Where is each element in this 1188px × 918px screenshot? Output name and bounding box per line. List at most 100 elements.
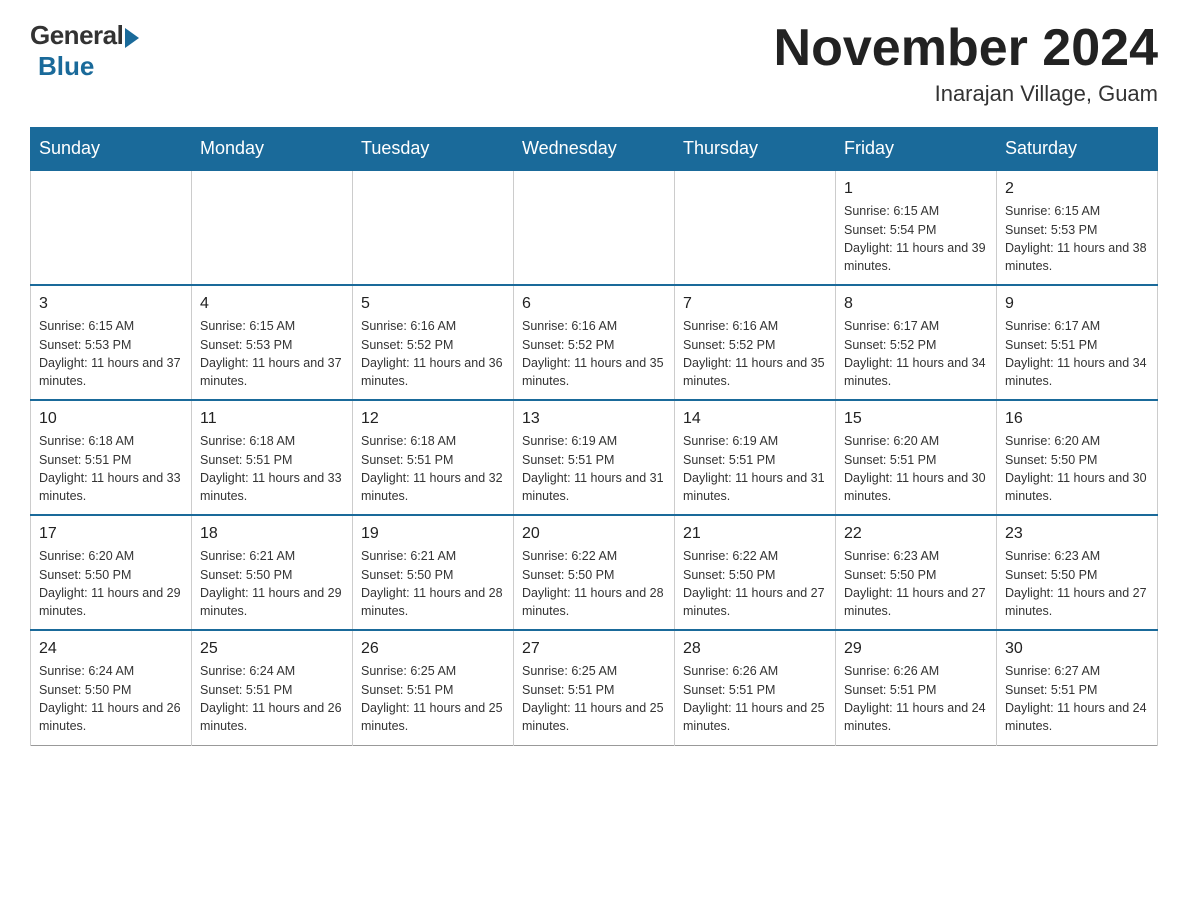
- day-number: 9: [1005, 292, 1149, 315]
- day-info: Sunrise: 6:21 AMSunset: 5:50 PMDaylight:…: [361, 547, 505, 620]
- day-number: 24: [39, 637, 183, 660]
- day-cell-2-2: 12Sunrise: 6:18 AMSunset: 5:51 PMDayligh…: [353, 400, 514, 515]
- day-cell-4-4: 28Sunrise: 6:26 AMSunset: 5:51 PMDayligh…: [675, 630, 836, 745]
- weekday-header-row: Sunday Monday Tuesday Wednesday Thursday…: [31, 128, 1158, 171]
- day-info: Sunrise: 6:25 AMSunset: 5:51 PMDaylight:…: [522, 662, 666, 735]
- day-info: Sunrise: 6:23 AMSunset: 5:50 PMDaylight:…: [1005, 547, 1149, 620]
- title-area: November 2024 Inarajan Village, Guam: [774, 20, 1158, 107]
- day-cell-4-6: 30Sunrise: 6:27 AMSunset: 5:51 PMDayligh…: [997, 630, 1158, 745]
- day-cell-0-3: [514, 170, 675, 285]
- header-monday: Monday: [192, 128, 353, 171]
- day-cell-2-5: 15Sunrise: 6:20 AMSunset: 5:51 PMDayligh…: [836, 400, 997, 515]
- day-number: 15: [844, 407, 988, 430]
- day-info: Sunrise: 6:17 AMSunset: 5:52 PMDaylight:…: [844, 317, 988, 390]
- day-number: 26: [361, 637, 505, 660]
- day-info: Sunrise: 6:18 AMSunset: 5:51 PMDaylight:…: [200, 432, 344, 505]
- day-number: 5: [361, 292, 505, 315]
- day-number: 29: [844, 637, 988, 660]
- day-info: Sunrise: 6:27 AMSunset: 5:51 PMDaylight:…: [1005, 662, 1149, 735]
- day-info: Sunrise: 6:18 AMSunset: 5:51 PMDaylight:…: [39, 432, 183, 505]
- day-info: Sunrise: 6:16 AMSunset: 5:52 PMDaylight:…: [361, 317, 505, 390]
- day-number: 3: [39, 292, 183, 315]
- day-info: Sunrise: 6:20 AMSunset: 5:50 PMDaylight:…: [39, 547, 183, 620]
- logo-arrow-icon: [125, 28, 139, 48]
- day-cell-1-1: 4Sunrise: 6:15 AMSunset: 5:53 PMDaylight…: [192, 285, 353, 400]
- day-cell-3-3: 20Sunrise: 6:22 AMSunset: 5:50 PMDayligh…: [514, 515, 675, 630]
- header-tuesday: Tuesday: [353, 128, 514, 171]
- header-wednesday: Wednesday: [514, 128, 675, 171]
- header-friday: Friday: [836, 128, 997, 171]
- day-info: Sunrise: 6:16 AMSunset: 5:52 PMDaylight:…: [683, 317, 827, 390]
- day-info: Sunrise: 6:24 AMSunset: 5:51 PMDaylight:…: [200, 662, 344, 735]
- day-cell-1-6: 9Sunrise: 6:17 AMSunset: 5:51 PMDaylight…: [997, 285, 1158, 400]
- day-number: 13: [522, 407, 666, 430]
- day-cell-0-5: 1Sunrise: 6:15 AMSunset: 5:54 PMDaylight…: [836, 170, 997, 285]
- day-cell-1-3: 6Sunrise: 6:16 AMSunset: 5:52 PMDaylight…: [514, 285, 675, 400]
- day-cell-4-3: 27Sunrise: 6:25 AMSunset: 5:51 PMDayligh…: [514, 630, 675, 745]
- day-info: Sunrise: 6:15 AMSunset: 5:53 PMDaylight:…: [1005, 202, 1149, 275]
- day-info: Sunrise: 6:18 AMSunset: 5:51 PMDaylight:…: [361, 432, 505, 505]
- calendar-table: Sunday Monday Tuesday Wednesday Thursday…: [30, 127, 1158, 746]
- day-info: Sunrise: 6:20 AMSunset: 5:50 PMDaylight:…: [1005, 432, 1149, 505]
- day-number: 10: [39, 407, 183, 430]
- logo: General Blue: [30, 20, 139, 82]
- day-info: Sunrise: 6:16 AMSunset: 5:52 PMDaylight:…: [522, 317, 666, 390]
- day-cell-4-5: 29Sunrise: 6:26 AMSunset: 5:51 PMDayligh…: [836, 630, 997, 745]
- week-row-5: 24Sunrise: 6:24 AMSunset: 5:50 PMDayligh…: [31, 630, 1158, 745]
- day-cell-0-6: 2Sunrise: 6:15 AMSunset: 5:53 PMDaylight…: [997, 170, 1158, 285]
- day-info: Sunrise: 6:15 AMSunset: 5:54 PMDaylight:…: [844, 202, 988, 275]
- day-cell-2-6: 16Sunrise: 6:20 AMSunset: 5:50 PMDayligh…: [997, 400, 1158, 515]
- week-row-3: 10Sunrise: 6:18 AMSunset: 5:51 PMDayligh…: [31, 400, 1158, 515]
- week-row-4: 17Sunrise: 6:20 AMSunset: 5:50 PMDayligh…: [31, 515, 1158, 630]
- day-cell-0-0: [31, 170, 192, 285]
- header-saturday: Saturday: [997, 128, 1158, 171]
- day-info: Sunrise: 6:23 AMSunset: 5:50 PMDaylight:…: [844, 547, 988, 620]
- day-number: 4: [200, 292, 344, 315]
- day-cell-3-2: 19Sunrise: 6:21 AMSunset: 5:50 PMDayligh…: [353, 515, 514, 630]
- day-cell-3-4: 21Sunrise: 6:22 AMSunset: 5:50 PMDayligh…: [675, 515, 836, 630]
- day-info: Sunrise: 6:17 AMSunset: 5:51 PMDaylight:…: [1005, 317, 1149, 390]
- day-info: Sunrise: 6:19 AMSunset: 5:51 PMDaylight:…: [522, 432, 666, 505]
- day-cell-2-0: 10Sunrise: 6:18 AMSunset: 5:51 PMDayligh…: [31, 400, 192, 515]
- day-info: Sunrise: 6:15 AMSunset: 5:53 PMDaylight:…: [200, 317, 344, 390]
- day-cell-2-3: 13Sunrise: 6:19 AMSunset: 5:51 PMDayligh…: [514, 400, 675, 515]
- day-cell-1-5: 8Sunrise: 6:17 AMSunset: 5:52 PMDaylight…: [836, 285, 997, 400]
- day-info: Sunrise: 6:25 AMSunset: 5:51 PMDaylight:…: [361, 662, 505, 735]
- day-cell-3-5: 22Sunrise: 6:23 AMSunset: 5:50 PMDayligh…: [836, 515, 997, 630]
- day-number: 11: [200, 407, 344, 430]
- day-info: Sunrise: 6:26 AMSunset: 5:51 PMDaylight:…: [844, 662, 988, 735]
- day-cell-4-0: 24Sunrise: 6:24 AMSunset: 5:50 PMDayligh…: [31, 630, 192, 745]
- day-number: 2: [1005, 177, 1149, 200]
- day-cell-1-2: 5Sunrise: 6:16 AMSunset: 5:52 PMDaylight…: [353, 285, 514, 400]
- day-info: Sunrise: 6:22 AMSunset: 5:50 PMDaylight:…: [522, 547, 666, 620]
- day-number: 8: [844, 292, 988, 315]
- week-row-1: 1Sunrise: 6:15 AMSunset: 5:54 PMDaylight…: [31, 170, 1158, 285]
- day-info: Sunrise: 6:20 AMSunset: 5:51 PMDaylight:…: [844, 432, 988, 505]
- header: General Blue November 2024 Inarajan Vill…: [30, 20, 1158, 107]
- day-info: Sunrise: 6:26 AMSunset: 5:51 PMDaylight:…: [683, 662, 827, 735]
- day-cell-4-1: 25Sunrise: 6:24 AMSunset: 5:51 PMDayligh…: [192, 630, 353, 745]
- day-number: 7: [683, 292, 827, 315]
- day-cell-4-2: 26Sunrise: 6:25 AMSunset: 5:51 PMDayligh…: [353, 630, 514, 745]
- day-number: 25: [200, 637, 344, 660]
- day-info: Sunrise: 6:21 AMSunset: 5:50 PMDaylight:…: [200, 547, 344, 620]
- day-cell-3-0: 17Sunrise: 6:20 AMSunset: 5:50 PMDayligh…: [31, 515, 192, 630]
- day-info: Sunrise: 6:24 AMSunset: 5:50 PMDaylight:…: [39, 662, 183, 735]
- logo-general-text: General: [30, 20, 123, 51]
- day-number: 17: [39, 522, 183, 545]
- month-title: November 2024: [774, 20, 1158, 77]
- day-number: 19: [361, 522, 505, 545]
- day-number: 14: [683, 407, 827, 430]
- day-number: 12: [361, 407, 505, 430]
- logo-blue-text: Blue: [34, 51, 94, 82]
- day-number: 23: [1005, 522, 1149, 545]
- day-number: 30: [1005, 637, 1149, 660]
- week-row-2: 3 Sunrise: 6:15 AMSunset: 5:53 PMDaylight…: [31, 285, 1158, 400]
- day-number: 22: [844, 522, 988, 545]
- day-cell-2-1: 11Sunrise: 6:18 AMSunset: 5:51 PMDayligh…: [192, 400, 353, 515]
- day-number: 20: [522, 522, 666, 545]
- day-cell-0-4: [675, 170, 836, 285]
- day-cell-0-2: [353, 170, 514, 285]
- day-number: 1: [844, 177, 988, 200]
- day-number: 6: [522, 292, 666, 315]
